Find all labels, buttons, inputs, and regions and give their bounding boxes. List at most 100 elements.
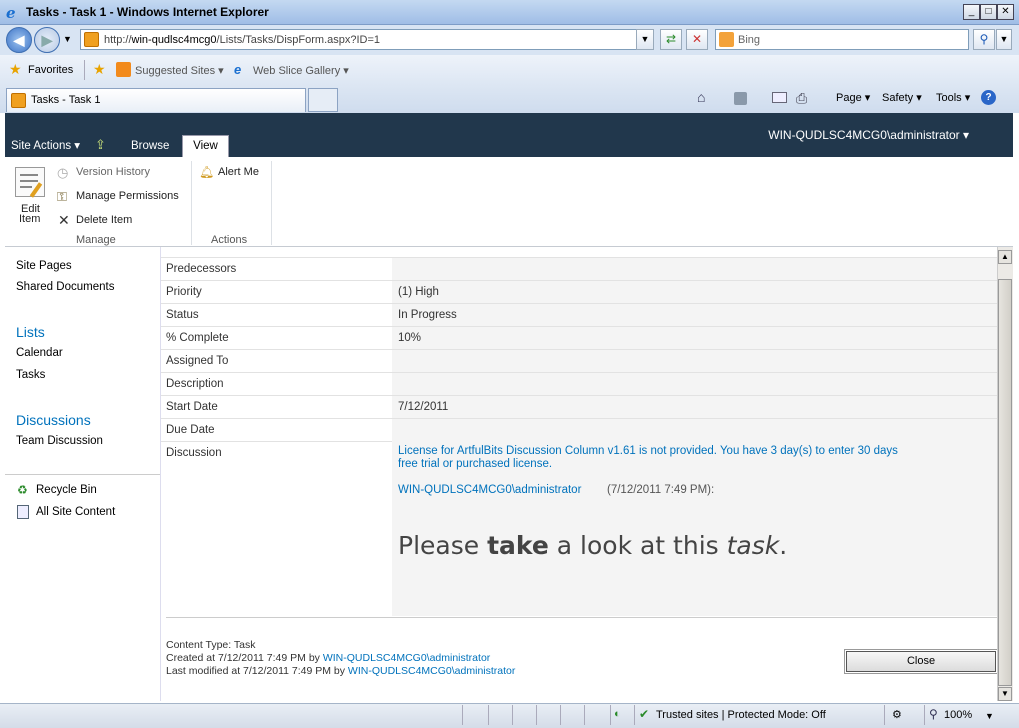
nav-shared-documents[interactable]: Shared Documents — [16, 281, 114, 293]
message-text: . — [779, 531, 788, 560]
add-favorite-icon[interactable]: ★ — [93, 61, 106, 78]
manage-permissions-icon: ⚿ — [57, 189, 67, 204]
field-value-bg — [392, 327, 997, 350]
page-menu[interactable]: Page ▾ — [836, 91, 870, 104]
nav-calendar[interactable]: Calendar — [16, 347, 63, 359]
feeds-icon[interactable] — [734, 92, 747, 105]
version-history-button[interactable]: Version History — [76, 166, 150, 178]
field-value-bg — [392, 419, 997, 442]
nav-all-site-content[interactable]: All Site Content — [36, 506, 115, 518]
maximize-button[interactable]: □ — [980, 4, 997, 20]
message-text: a look at this — [548, 531, 727, 560]
status-divider — [512, 705, 513, 725]
popup-blocker-icon[interactable]: ⚙ — [892, 708, 902, 721]
manage-permissions-button[interactable]: Manage Permissions — [76, 190, 179, 202]
discussion-message: Please take a look at this task. — [398, 531, 787, 560]
created-by-link[interactable]: WIN-QUDLSC4MCG0\administrator — [323, 652, 490, 664]
forward-button[interactable]: ▶ — [34, 27, 60, 53]
field-row-priority: Priority (1) High — [161, 280, 997, 304]
tab-browse[interactable]: Browse — [131, 140, 169, 152]
field-label: Assigned To — [166, 355, 229, 367]
tab-tasks[interactable]: Tasks - Task 1 — [6, 88, 306, 112]
nav-divider — [5, 474, 160, 475]
url-path: /Lists/Tasks/DispForm.aspx?ID=1 — [216, 34, 381, 46]
created-info: Created at 7/12/2011 7:49 PM by WIN-QUDL… — [166, 652, 490, 664]
edit-item-icon[interactable] — [15, 167, 45, 198]
url-host: win-qudlsc4mcg0 — [131, 34, 217, 46]
scroll-down-icon[interactable]: ▼ — [998, 687, 1012, 701]
favorites-button[interactable]: Favorites — [28, 64, 73, 76]
divider — [84, 60, 85, 80]
status-divider — [610, 705, 611, 725]
field-value: 7/12/2011 — [398, 401, 449, 413]
home-icon[interactable]: ⌂ — [697, 89, 705, 105]
modified-by-link[interactable]: WIN-QUDLSC4MCG0\administrator — [348, 665, 515, 677]
field-row-assigned-to: Assigned To — [161, 349, 997, 373]
tab-view[interactable]: View — [182, 135, 229, 158]
search-options-icon[interactable]: ▼ — [996, 29, 1012, 50]
address-dropdown-icon[interactable]: ▼ — [636, 29, 654, 50]
nav-team-discussion[interactable]: Team Discussion — [16, 435, 103, 447]
discussion-timestamp: (7/12/2011 7:49 PM): — [607, 484, 715, 496]
alert-me-button[interactable]: Alert Me — [218, 166, 259, 178]
print-icon[interactable]: ⎙ — [796, 90, 807, 107]
security-zone-text[interactable]: Trusted sites | Protected Mode: Off — [656, 709, 826, 721]
user-menu[interactable]: WIN-QUDLSC4MCG0\administrator ▾ — [768, 128, 969, 142]
search-placeholder: Bing — [738, 34, 761, 46]
actions-group-label: Actions — [211, 234, 248, 246]
scrollbar-thumb[interactable] — [998, 279, 1012, 686]
message-bold-text: take — [487, 531, 549, 560]
new-tab-button[interactable] — [308, 88, 338, 112]
search-icon[interactable]: ⚲ — [973, 29, 995, 50]
close-button[interactable]: Close — [844, 649, 998, 674]
nav-site-pages[interactable]: Site Pages — [16, 260, 72, 272]
delete-item-button[interactable]: Delete Item — [76, 214, 132, 226]
ie-logo-icon: e — [6, 4, 16, 22]
message-text: Please — [398, 531, 488, 560]
url-prefix: http:// — [104, 34, 132, 46]
navigate-up-icon[interactable]: ⇪ — [95, 137, 106, 153]
status-divider — [536, 705, 537, 725]
nav-tasks[interactable]: Tasks — [16, 369, 45, 381]
close-window-button[interactable]: ✕ — [997, 4, 1014, 20]
nav-recycle-bin[interactable]: Recycle Bin — [36, 484, 97, 496]
minimize-button[interactable]: _ — [963, 4, 980, 20]
edit-item-label-2[interactable]: Item — [19, 213, 40, 225]
nav-lists-heading[interactable]: Lists — [16, 324, 45, 340]
delete-icon: ✕ — [58, 212, 70, 228]
ribbon-divider — [191, 161, 192, 245]
field-value-bg — [392, 304, 997, 327]
license-notice-line2[interactable]: free trial or purchased license. — [398, 458, 552, 470]
field-value-bg — [392, 258, 997, 281]
modified-info: Last modified at 7/12/2011 7:49 PM by WI… — [166, 665, 515, 677]
field-value: (1) High — [398, 286, 439, 298]
site-actions-menu[interactable]: Site Actions ▾ — [11, 138, 80, 152]
field-value-bg — [392, 373, 997, 396]
recent-pages-dropdown-icon[interactable]: ▼ — [63, 34, 72, 44]
mail-icon[interactable] — [772, 92, 787, 103]
refresh-icon[interactable]: ⇄ — [660, 29, 682, 50]
discussion-author-link[interactable]: WIN-QUDLSC4MCG0\administrator — [398, 484, 581, 496]
window-title: Tasks - Task 1 - Windows Internet Explor… — [26, 5, 269, 19]
zoom-dropdown-icon[interactable]: ▼ — [985, 711, 994, 721]
field-label: Status — [166, 309, 199, 321]
search-input[interactable]: Bing — [715, 29, 969, 50]
status-divider — [924, 705, 925, 725]
suggested-sites-button[interactable]: Suggested Sites ▾ — [135, 64, 224, 77]
web-slice-gallery-button[interactable]: Web Slice Gallery ▾ — [253, 64, 349, 77]
stop-icon[interactable]: ✕ — [686, 29, 708, 50]
scroll-up-icon[interactable]: ▲ — [998, 250, 1012, 264]
address-bar[interactable]: http://win-qudlsc4mcg0/Lists/Tasks/DispF… — [80, 29, 654, 50]
field-row-status: Status In Progress — [161, 303, 997, 327]
license-notice-line1[interactable]: License for ArtfulBits Discussion Column… — [398, 445, 898, 457]
manage-group-label: Manage — [76, 234, 116, 246]
zoom-level[interactable]: 100% — [944, 709, 972, 721]
safety-menu[interactable]: Safety ▾ — [882, 91, 922, 104]
field-value-bg — [392, 350, 997, 373]
item-details: Predecessors Priority (1) High Status In… — [161, 247, 997, 701]
back-button[interactable]: ◀ — [6, 27, 32, 53]
bing-icon — [719, 32, 734, 47]
help-icon[interactable]: ? — [981, 90, 996, 105]
tools-menu[interactable]: Tools ▾ — [936, 91, 970, 104]
nav-discussions-heading[interactable]: Discussions — [16, 412, 91, 428]
